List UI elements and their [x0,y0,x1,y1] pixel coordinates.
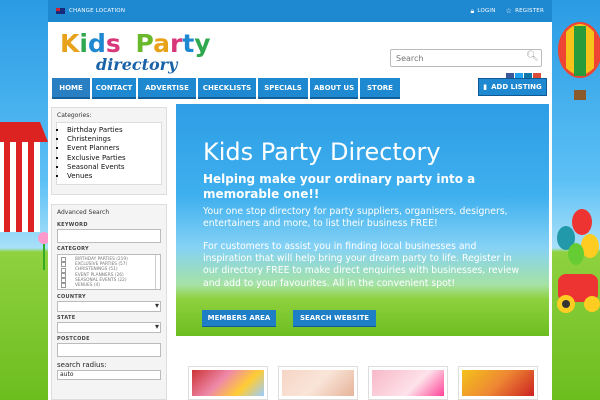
hero-paragraph-1: Your one stop directory for party suppli… [203,206,508,230]
party-decor-image [372,370,444,396]
hero-subtitle: Helping make your ordinary party into a … [203,172,476,201]
hero-title: Kids Party Directory [203,138,441,166]
country-select[interactable] [57,301,161,312]
category-item[interactable]: Birthday Parties [67,126,157,135]
keyword-label: KEYWORD [57,222,88,228]
bookmark-icon: ▮ [483,83,488,91]
advanced-search-widget: Advanced Search KEYWORD CATEGORY BIRTHDA… [51,204,167,400]
star-icon: ☆ [505,7,513,15]
state-label: STATE [57,315,76,321]
search-website-button[interactable]: SEARCH WEBSITE [293,310,376,327]
members-area-button[interactable]: MEMBERS AREA [202,310,276,327]
svg-text:Kids Party: Kids Party [60,29,211,58]
tab-home[interactable]: HOME [52,78,90,99]
logo-graphic: Kids Party directory [60,29,211,74]
register-label: REGISTER [515,8,544,14]
search-icon[interactable]: 🔍︎ [526,51,539,62]
hero-paragraph-2: For customers to assist you in finding l… [203,241,520,289]
circus-tent-illustration [0,122,48,232]
categories-widget: Categories: Birthday Parties Christening… [51,107,167,195]
category-checkbox-list: BIRTHDAY PARTIES (219) EXCLUSIVE PARTIES… [57,254,161,290]
change-location-link[interactable]: CHANGE LOCATION [69,8,125,14]
category-checkbox[interactable]: VENUES (4) [61,283,157,288]
tab-advertise[interactable]: ADVERTISE [138,78,196,99]
tab-contact[interactable]: CONTACT [92,78,136,99]
svg-text:directory: directory [96,55,179,74]
tab-specials[interactable]: SPECIALS [258,78,308,99]
main-nav: HOME CONTACT ADVERTISE CHECKLISTS SPECIA… [48,78,552,100]
featured-thumbnail[interactable] [368,366,448,400]
category-item[interactable]: Christenings [67,135,157,144]
featured-thumbnail[interactable] [458,366,538,400]
tab-about-us[interactable]: ABOUT US [310,78,358,99]
postcode-input[interactable] [57,343,161,357]
category-label: CATEGORY [57,246,89,252]
page-container: CHANGE LOCATION 🔒︎ LOGIN ☆ REGISTER Kids… [48,0,552,400]
top-bar: CHANGE LOCATION 🔒︎ LOGIN ☆ REGISTER [48,0,552,22]
category-item[interactable]: Venues [67,172,157,181]
baby-photo-image [282,370,354,396]
search-radius-label: search radius: [57,361,107,369]
state-select[interactable] [57,322,161,333]
search-radius-select[interactable]: auto [57,370,161,380]
category-list: Birthday Parties Christenings Event Plan… [56,122,162,186]
featured-thumbnails [176,360,549,400]
keyword-input[interactable] [57,229,161,243]
checkbox-scrollbar[interactable] [155,255,160,289]
bouncy-castle-image [192,370,264,396]
site-logo[interactable]: Kids Party directory [60,28,230,74]
category-item[interactable]: Event Planners [67,144,157,153]
featured-thumbnail[interactable] [188,366,268,400]
lego-party-image [462,370,534,396]
country-label: COUNTRY [57,294,86,300]
category-item[interactable]: Exclusive Parties [67,154,157,163]
site-header: Kids Party directory 🔍︎ [48,22,552,81]
advanced-search-title: Advanced Search [57,209,110,216]
lock-icon: 🔒︎ [470,6,475,15]
search-input[interactable] [390,49,542,67]
tab-checklists[interactable]: CHECKLISTS [198,78,256,99]
add-listing-label: ADD LISTING [491,83,542,91]
add-listing-button[interactable]: ▮ ADD LISTING [478,78,547,96]
categories-title: Categories: [57,112,92,119]
login-label: LOGIN [477,8,496,14]
tab-store[interactable]: STORE [360,78,400,99]
hero-banner: Kids Party Directory Helping make your o… [176,104,549,336]
featured-thumbnail[interactable] [278,366,358,400]
category-item[interactable]: Seasonal Events [67,163,157,172]
login-link[interactable]: 🔒︎ LOGIN [470,7,495,16]
flag-icon[interactable] [56,8,65,14]
postcode-label: POSTCODE [57,336,90,342]
register-link[interactable]: ☆ REGISTER [506,7,544,15]
hot-air-balloon-illustration [558,22,600,100]
